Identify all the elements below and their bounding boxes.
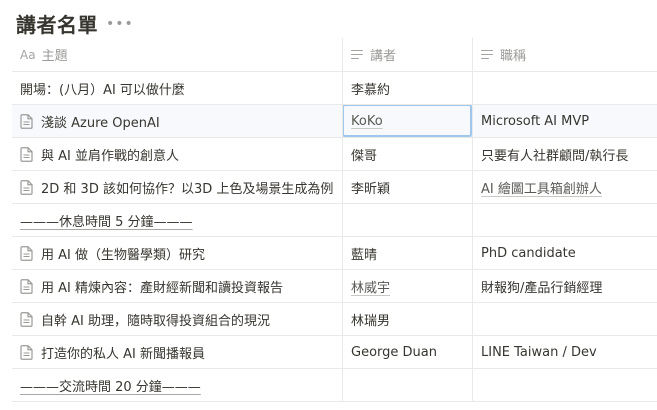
- topic-cell[interactable]: 與 AI 並肩作戰的創意人: [12, 138, 342, 170]
- table-row[interactable]: ———休息時間 5 分鐘———: [12, 204, 657, 237]
- column-header-role[interactable]: 職稱: [472, 38, 657, 71]
- speaker-text: 李慕約: [351, 82, 391, 98]
- more-horizontal-icon[interactable]: •••: [106, 14, 134, 32]
- speaker-text: 藍晴: [351, 247, 378, 263]
- topic-text: 用 AI 精煉內容：產財經新聞和讀投資報告: [41, 280, 283, 296]
- database-table: Aa 主題 講者 職稱 開場：(八月）AI 可以做什麼 李慕約淺談 Azure O…: [12, 38, 657, 402]
- speaker-text: George Duan: [351, 344, 437, 360]
- speaker-text: 李昕穎: [351, 181, 391, 197]
- page-document-icon: [20, 146, 33, 162]
- speaker-text: 林瑞男: [351, 313, 391, 329]
- speaker-cell[interactable]: 林瑞男: [342, 303, 472, 335]
- topic-cell[interactable]: 用 AI 做（生物醫學類）研究: [12, 237, 342, 269]
- database-page: 講者名單 ••• Aa 主題 講者 職稱 開場：(八月）AI 可以做什麼 李慕約淺…: [0, 0, 657, 410]
- page-document-icon: [20, 311, 33, 327]
- column-header-speaker[interactable]: 講者: [342, 38, 472, 71]
- topic-text: ———交流時間 20 分鐘———: [20, 379, 201, 395]
- topic-cell[interactable]: 開場：(八月）AI 可以做什麼: [12, 72, 342, 104]
- speaker-cell[interactable]: KoKo: [342, 105, 472, 137]
- role-text: 財報狗/產品行銷經理: [481, 280, 603, 296]
- topic-cell[interactable]: 淺談 Azure OpenAI: [12, 105, 342, 137]
- speaker-cell[interactable]: [342, 369, 472, 401]
- role-cell[interactable]: 只要有人社群顧問/執行長: [472, 138, 657, 170]
- role-text: PhD candidate: [481, 245, 576, 261]
- role-text: LINE Taiwan / Dev: [481, 344, 597, 360]
- title-property-icon: Aa: [20, 47, 36, 62]
- role-cell[interactable]: [472, 369, 657, 401]
- topic-cell[interactable]: ———休息時間 5 分鐘———: [12, 204, 342, 236]
- topic-cell[interactable]: 打造你的私人 AI 新聞播報員: [12, 336, 342, 368]
- table-row[interactable]: 淺談 Azure OpenAI KoKo Microsoft AI MVP: [12, 105, 657, 138]
- table-body: 開場：(八月）AI 可以做什麼 李慕約淺談 Azure OpenAI KoKo Mic…: [12, 72, 657, 402]
- topic-cell[interactable]: 自幹 AI 助理，隨時取得投資組合的現況: [12, 303, 342, 335]
- topic-text: 打造你的私人 AI 新聞播報員: [41, 346, 205, 362]
- role-cell[interactable]: AI 繪圖工具箱創辦人: [472, 171, 657, 203]
- speaker-cell[interactable]: George Duan: [342, 336, 472, 368]
- column-label: 主題: [41, 49, 68, 64]
- column-label: 講者: [370, 49, 397, 64]
- speaker-text: 傑哥: [351, 148, 378, 164]
- role-cell[interactable]: [472, 303, 657, 335]
- table-row[interactable]: ———交流時間 20 分鐘———: [12, 369, 657, 402]
- table-row[interactable]: 用 AI 做（生物醫學類）研究 藍晴 PhD candidate: [12, 237, 657, 270]
- role-cell[interactable]: [472, 204, 657, 236]
- text-lines-icon: [481, 49, 493, 60]
- topic-text: 淺談 Azure OpenAI: [41, 115, 160, 131]
- topic-cell[interactable]: 用 AI 精煉內容：產財經新聞和讀投資報告: [12, 270, 342, 302]
- topic-text: 與 AI 並肩作戰的創意人: [41, 148, 179, 164]
- speaker-cell[interactable]: 李慕約: [342, 72, 472, 104]
- table-header: Aa 主題 講者 職稱: [12, 38, 657, 72]
- page-document-icon: [20, 278, 33, 294]
- topic-text: 用 AI 做（生物醫學類）研究: [41, 247, 205, 263]
- role-cell[interactable]: [472, 72, 657, 104]
- table-row[interactable]: 自幹 AI 助理，隨時取得投資組合的現況 林瑞男: [12, 303, 657, 336]
- role-text: Microsoft AI MVP: [481, 113, 590, 129]
- table-row[interactable]: 與 AI 並肩作戰的創意人 傑哥 只要有人社群顧問/執行長: [12, 138, 657, 171]
- role-text: 只要有人社群顧問/執行長: [481, 148, 629, 164]
- page-document-icon: [20, 245, 33, 261]
- column-header-topic[interactable]: Aa 主題: [12, 38, 342, 71]
- table-row[interactable]: 開場：(八月）AI 可以做什麼 李慕約: [12, 72, 657, 105]
- topic-cell[interactable]: 2D 和 3D 該如何協作？以3D 上色及場景生成為例: [12, 171, 342, 203]
- speaker-cell[interactable]: 傑哥: [342, 138, 472, 170]
- role-cell[interactable]: Microsoft AI MVP: [472, 105, 657, 137]
- topic-text: 開場：(八月）AI 可以做什麼: [20, 82, 185, 98]
- speaker-cell[interactable]: 李昕穎: [342, 171, 472, 203]
- topic-text: ———休息時間 5 分鐘———: [20, 214, 193, 230]
- role-text: AI 繪圖工具箱創辦人: [481, 181, 602, 197]
- table-row[interactable]: 2D 和 3D 該如何協作？以3D 上色及場景生成為例 李昕穎 AI 繪圖工具箱創辦…: [12, 171, 657, 204]
- topic-cell[interactable]: ———交流時間 20 分鐘———: [12, 369, 342, 401]
- column-label: 職稱: [500, 49, 527, 64]
- topic-text: 自幹 AI 助理，隨時取得投資組合的現況: [41, 313, 270, 329]
- database-title[interactable]: 講者名單: [16, 9, 98, 38]
- text-lines-icon: [351, 49, 363, 60]
- page-document-icon: [20, 344, 33, 360]
- table-row[interactable]: 用 AI 精煉內容：產財經新聞和讀投資報告 林威宇 財報狗/產品行銷經理: [12, 270, 657, 303]
- role-cell[interactable]: 財報狗/產品行銷經理: [472, 270, 657, 302]
- page-document-icon: [20, 179, 33, 195]
- topic-text: 2D 和 3D 該如何協作？以3D 上色及場景生成為例: [41, 181, 334, 197]
- table-row[interactable]: 打造你的私人 AI 新聞播報員 George Duan LINE Taiwan / …: [12, 336, 657, 369]
- cell-selection-outline: [343, 105, 472, 137]
- title-row: 講者名單 •••: [16, 8, 134, 38]
- speaker-cell[interactable]: [342, 204, 472, 236]
- speaker-cell[interactable]: 林威宇: [342, 270, 472, 302]
- page-document-icon: [20, 113, 33, 129]
- speaker-cell[interactable]: 藍晴: [342, 237, 472, 269]
- speaker-text: 林威宇: [351, 280, 391, 296]
- role-cell[interactable]: PhD candidate: [472, 237, 657, 269]
- role-cell[interactable]: LINE Taiwan / Dev: [472, 336, 657, 368]
